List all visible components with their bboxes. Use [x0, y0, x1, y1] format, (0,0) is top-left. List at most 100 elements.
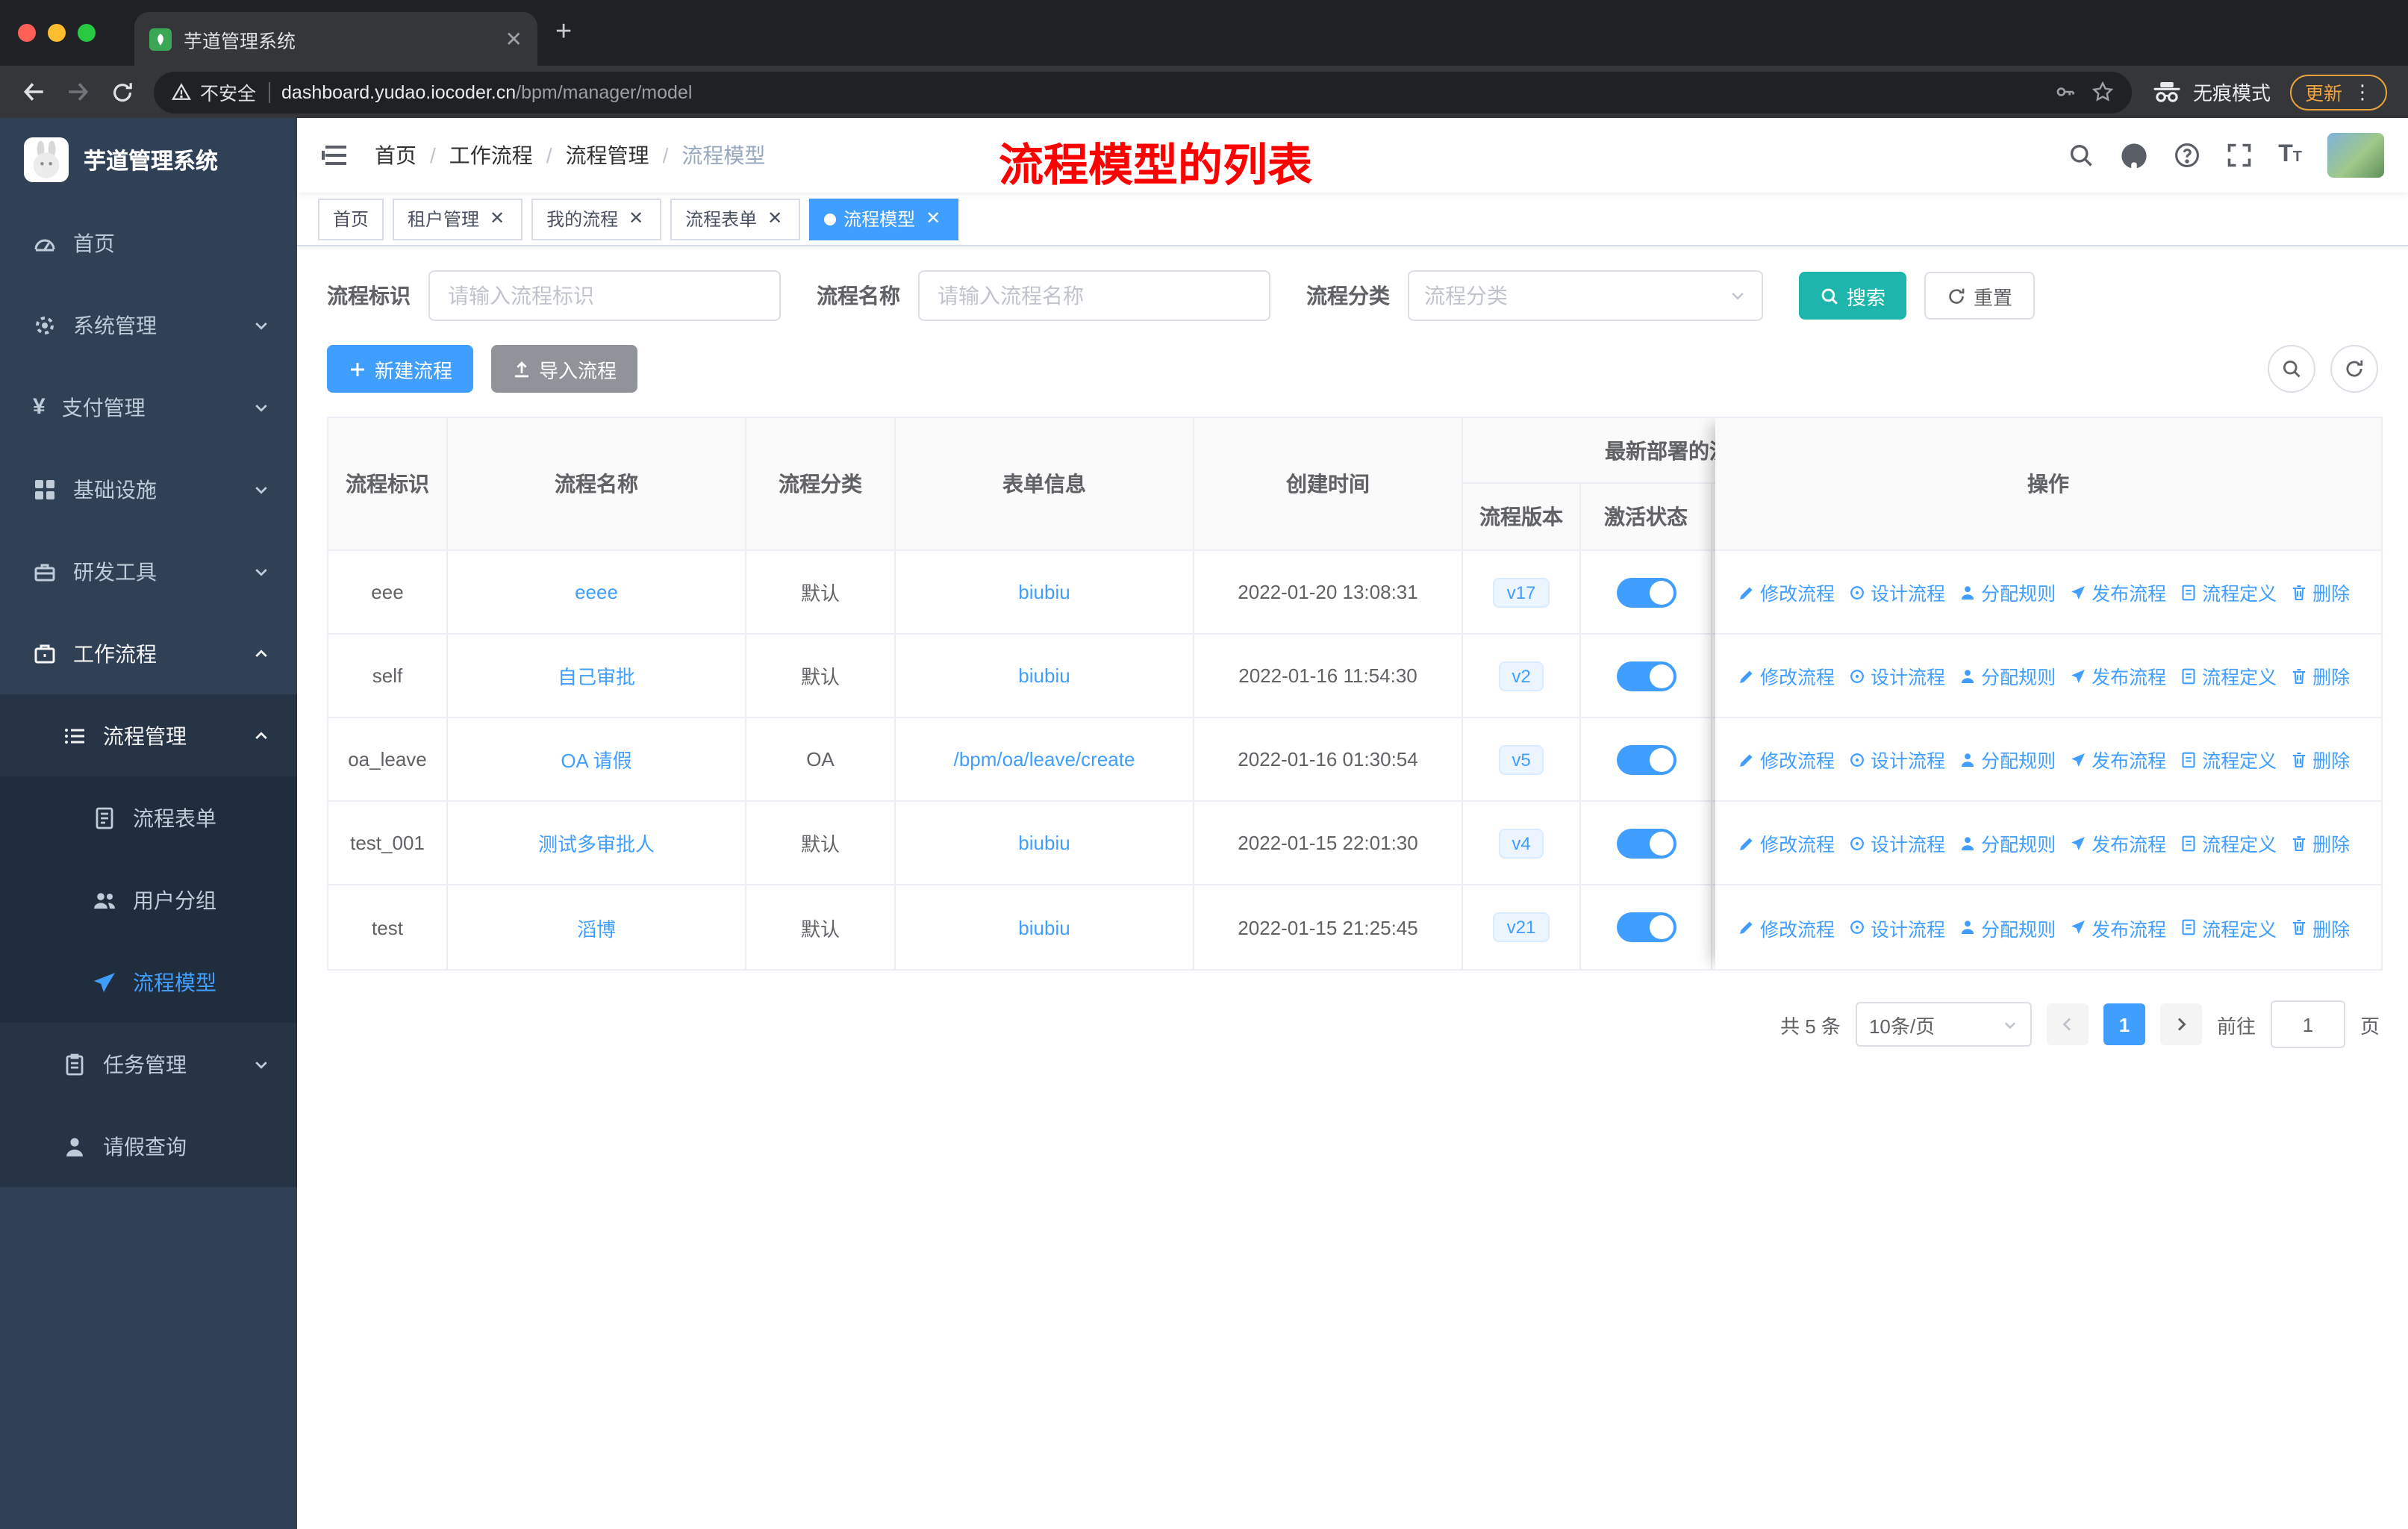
search-button[interactable]: 搜索: [1799, 272, 1907, 320]
update-button[interactable]: 更新 ⋮: [2289, 74, 2387, 110]
action-publish-link[interactable]: 发布流程: [2069, 913, 2166, 941]
action-assign-link[interactable]: 分配规则: [1959, 829, 2056, 857]
sidebar-item-home[interactable]: 首页: [0, 202, 297, 284]
refresh-table-button[interactable]: [2330, 345, 2378, 393]
browser-menu-icon[interactable]: ⋮: [2353, 80, 2372, 104]
sidebar-item-user-group[interactable]: 用户分组: [0, 859, 297, 941]
app-logo[interactable]: 芋道管理系统: [0, 118, 297, 202]
minimize-window-button[interactable]: [48, 24, 66, 42]
fullscreen-icon[interactable]: [2226, 142, 2253, 169]
action-definition-link[interactable]: 流程定义: [2180, 829, 2277, 857]
action-publish-link[interactable]: 发布流程: [2069, 661, 2166, 690]
action-definition-link[interactable]: 流程定义: [2180, 913, 2277, 941]
next-page-button[interactable]: [2159, 1003, 2202, 1045]
action-delete-link[interactable]: 删除: [2290, 913, 2350, 941]
back-icon[interactable]: [21, 79, 46, 105]
user-avatar[interactable]: [2327, 133, 2384, 178]
password-key-icon[interactable]: [2054, 81, 2077, 103]
form-info-link[interactable]: /bpm/oa/leave/create: [954, 748, 1135, 770]
active-toggle[interactable]: [1616, 912, 1676, 942]
action-definition-link[interactable]: 流程定义: [2180, 661, 2277, 690]
tag-close-icon[interactable]: ✕: [626, 208, 646, 229]
action-delete-link[interactable]: 删除: [2290, 829, 2350, 857]
bookmark-star-icon[interactable]: [2092, 81, 2114, 103]
process-name-link[interactable]: 自己审批: [558, 661, 635, 690]
sidebar-item-system[interactable]: 系统管理: [0, 284, 297, 366]
font-size-icon[interactable]: TT: [2278, 142, 2302, 169]
browser-tab[interactable]: 芋道管理系统 ✕: [134, 12, 537, 66]
process-name-link[interactable]: 测试多审批人: [538, 829, 655, 857]
action-assign-link[interactable]: 分配规则: [1959, 661, 2056, 690]
new-tab-button[interactable]: +: [555, 16, 572, 49]
form-info-link[interactable]: biubiu: [1018, 916, 1070, 938]
action-publish-link[interactable]: 发布流程: [2069, 578, 2166, 606]
reset-button[interactable]: 重置: [1924, 272, 2036, 320]
form-info-link[interactable]: biubiu: [1018, 581, 1070, 603]
tag-home[interactable]: 首页: [318, 198, 384, 240]
active-toggle[interactable]: [1616, 577, 1676, 607]
sidebar-item-process-model[interactable]: 流程模型: [0, 941, 297, 1023]
action-assign-link[interactable]: 分配规则: [1959, 745, 2056, 773]
hamburger-icon[interactable]: [321, 140, 351, 170]
zoom-window-button[interactable]: [78, 24, 96, 42]
action-edit-link[interactable]: 修改流程: [1738, 578, 1835, 606]
forward-icon[interactable]: [66, 79, 91, 105]
action-edit-link[interactable]: 修改流程: [1738, 745, 1835, 773]
action-design-link[interactable]: 设计流程: [1848, 661, 1945, 690]
sidebar-item-leave-query[interactable]: 请假查询: [0, 1105, 297, 1187]
reload-icon[interactable]: [110, 80, 134, 104]
tag-close-icon[interactable]: ✕: [764, 208, 785, 229]
breadcrumb-workflow[interactable]: 工作流程: [449, 140, 533, 170]
tag-my-process[interactable]: 我的流程 ✕: [531, 198, 662, 240]
sidebar-item-infrastructure[interactable]: 基础设施: [0, 448, 297, 530]
sidebar-item-workflow[interactable]: 工作流程: [0, 612, 297, 694]
form-info-link[interactable]: biubiu: [1018, 664, 1070, 687]
import-process-button[interactable]: 导入流程: [491, 345, 638, 393]
current-page-button[interactable]: 1: [2103, 1003, 2145, 1045]
page-size-select[interactable]: 10条/页: [1855, 1002, 2032, 1047]
action-assign-link[interactable]: 分配规则: [1959, 913, 2056, 941]
tag-close-icon[interactable]: ✕: [487, 208, 508, 229]
action-definition-link[interactable]: 流程定义: [2180, 745, 2277, 773]
action-design-link[interactable]: 设计流程: [1848, 578, 1945, 606]
tab-close-icon[interactable]: ✕: [505, 26, 523, 52]
close-window-button[interactable]: [18, 24, 36, 42]
tag-process-form[interactable]: 流程表单 ✕: [670, 198, 801, 240]
action-delete-link[interactable]: 删除: [2290, 745, 2350, 773]
process-key-input[interactable]: [428, 270, 781, 321]
create-process-button[interactable]: 新建流程: [327, 345, 474, 393]
goto-page-input[interactable]: [2270, 1000, 2345, 1048]
action-design-link[interactable]: 设计流程: [1848, 913, 1945, 941]
active-toggle[interactable]: [1616, 661, 1676, 691]
tag-process-model[interactable]: 流程模型 ✕: [809, 198, 959, 240]
action-edit-link[interactable]: 修改流程: [1738, 829, 1835, 857]
active-toggle[interactable]: [1616, 828, 1676, 858]
process-name-input[interactable]: [918, 270, 1270, 321]
action-edit-link[interactable]: 修改流程: [1738, 661, 1835, 690]
search-icon[interactable]: [2068, 142, 2094, 169]
form-info-link[interactable]: biubiu: [1018, 832, 1070, 854]
prev-page-button[interactable]: [2046, 1003, 2089, 1045]
breadcrumb-home[interactable]: 首页: [375, 140, 417, 170]
action-publish-link[interactable]: 发布流程: [2069, 829, 2166, 857]
github-icon[interactable]: [2120, 141, 2148, 169]
breadcrumb-process-management[interactable]: 流程管理: [566, 140, 649, 170]
help-icon[interactable]: [2174, 142, 2200, 169]
tag-tenant[interactable]: 租户管理 ✕: [393, 198, 523, 240]
sidebar-item-process-management[interactable]: 流程管理: [0, 694, 297, 776]
process-name-link[interactable]: eeee: [575, 581, 618, 603]
action-design-link[interactable]: 设计流程: [1848, 745, 1945, 773]
active-toggle[interactable]: [1616, 744, 1676, 774]
tag-close-icon[interactable]: ✕: [923, 208, 943, 229]
action-assign-link[interactable]: 分配规则: [1959, 578, 2056, 606]
category-select[interactable]: 流程分类: [1408, 270, 1763, 321]
action-edit-link[interactable]: 修改流程: [1738, 913, 1835, 941]
address-bar[interactable]: 不安全 dashboard.yudao.iocoder.cn/bpm/manag…: [154, 71, 2132, 113]
show-search-button[interactable]: [2268, 345, 2315, 393]
sidebar-item-process-form[interactable]: 流程表单: [0, 776, 297, 859]
security-warning-icon[interactable]: 不安全: [172, 78, 256, 106]
action-delete-link[interactable]: 删除: [2290, 578, 2350, 606]
action-publish-link[interactable]: 发布流程: [2069, 745, 2166, 773]
process-name-link[interactable]: OA 请假: [561, 745, 631, 773]
action-definition-link[interactable]: 流程定义: [2180, 578, 2277, 606]
